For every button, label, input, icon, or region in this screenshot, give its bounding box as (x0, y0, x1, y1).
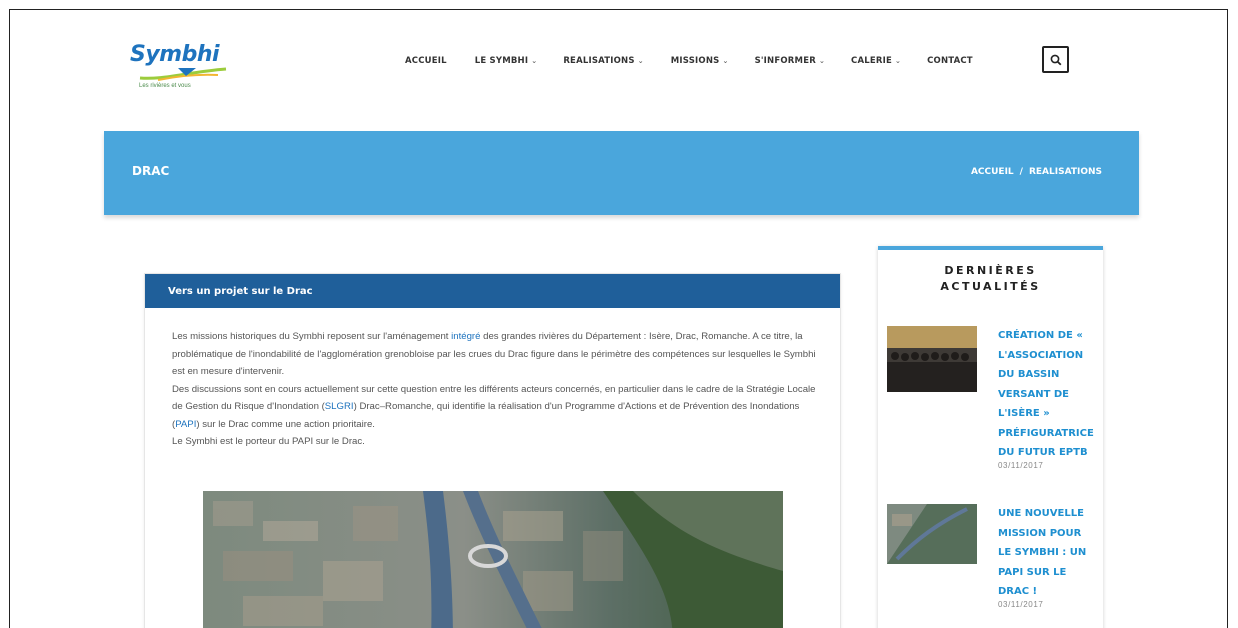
news-title-link[interactable]: UNE NOUVELLE MISSION POUR LE SYMBHI : UN… (998, 504, 1098, 602)
aerial-city-image (203, 491, 783, 628)
aerial-thumbnail-image (887, 504, 977, 564)
nav-contact[interactable]: CONTACT (927, 56, 973, 66)
chevron-down-icon: ⌄ (895, 57, 902, 65)
breadcrumb-accueil[interactable]: ACCUEIL (971, 167, 1014, 177)
nav-calerie[interactable]: CALERIE ⌄ (851, 56, 901, 66)
breadcrumb: ACCUEIL / REALISATIONS (971, 167, 1102, 177)
chevron-down-icon: ⌄ (818, 57, 826, 65)
page-title-band: DRAC ACCUEIL / REALISATIONS (104, 131, 1139, 215)
breadcrumb-separator: / (1019, 167, 1023, 177)
site-logo[interactable]: Symbhi Les rivières et vous (130, 42, 240, 98)
logo-tagline: Les rivières et vous (139, 83, 191, 89)
article-paragraph: Le Symbhi est le porteur du PAPI sur le … (172, 436, 365, 447)
chevron-down-icon: ⌄ (531, 57, 538, 65)
news-text: UNE NOUVELLE MISSION POUR LE SYMBHI : UN… (998, 504, 1098, 609)
link-papi[interactable]: PAPI (175, 419, 196, 430)
article-card: Vers un projet sur le Drac Les missions … (144, 273, 841, 628)
link-slgri[interactable]: SLGRI (325, 401, 354, 412)
sidebar-title: DERNIÈRES ACTUALITÉS (940, 264, 1041, 293)
article-paragraph: Les missions historiques du Symbhi repos… (172, 331, 816, 377)
article-header: Vers un projet sur le Drac (145, 274, 840, 308)
aerial-photo (203, 491, 783, 628)
nav-realisations[interactable]: REALISATIONS ⌄ (563, 56, 643, 66)
page-title: DRAC (132, 164, 170, 178)
news-text: CRÉATION DE « L'ASSOCIATION DU BASSIN VE… (998, 326, 1098, 470)
search-icon (1050, 54, 1061, 65)
nav-sinformer[interactable]: S'INFORMER ⌄ (755, 56, 825, 66)
search-button[interactable] (1042, 46, 1069, 73)
main-nav: ACCUEIL LE SYMBHI ⌄ REALISATIONS ⌄ MISSION… (405, 56, 973, 66)
article-title: Vers un projet sur le Drac (168, 285, 313, 297)
link-integre[interactable]: intégré (451, 331, 480, 342)
news-date: 03/11/2017 (998, 599, 1044, 609)
news-thumbnail[interactable] (887, 504, 977, 564)
breadcrumb-realisations[interactable]: REALISATIONS (1029, 167, 1102, 177)
nav-accueil[interactable]: ACCUEIL (405, 56, 447, 66)
nav-le-symbhi[interactable]: LE SYMBHI ⌄ (475, 56, 538, 66)
article-paragraph: Des discussions sont en cours actuelleme… (172, 383, 816, 430)
latest-news-sidebar: DERNIÈRES ACTUALITÉS CRÉATION DE « L'ASS… (878, 246, 1103, 628)
nav-missions[interactable]: MISSIONS ⌄ (671, 56, 729, 66)
news-thumbnail[interactable] (887, 326, 977, 392)
logo-swoosh-icon (139, 67, 227, 81)
chevron-down-icon: ⌄ (722, 57, 729, 65)
logo-wordmark: Symbhi (130, 42, 220, 67)
news-title-link[interactable]: CRÉATION DE « L'ASSOCIATION DU BASSIN VE… (998, 326, 1098, 463)
chevron-down-icon: ⌄ (637, 57, 644, 65)
article-body: Les missions historiques du Symbhi repos… (145, 308, 840, 451)
group-photo-image (887, 326, 977, 392)
